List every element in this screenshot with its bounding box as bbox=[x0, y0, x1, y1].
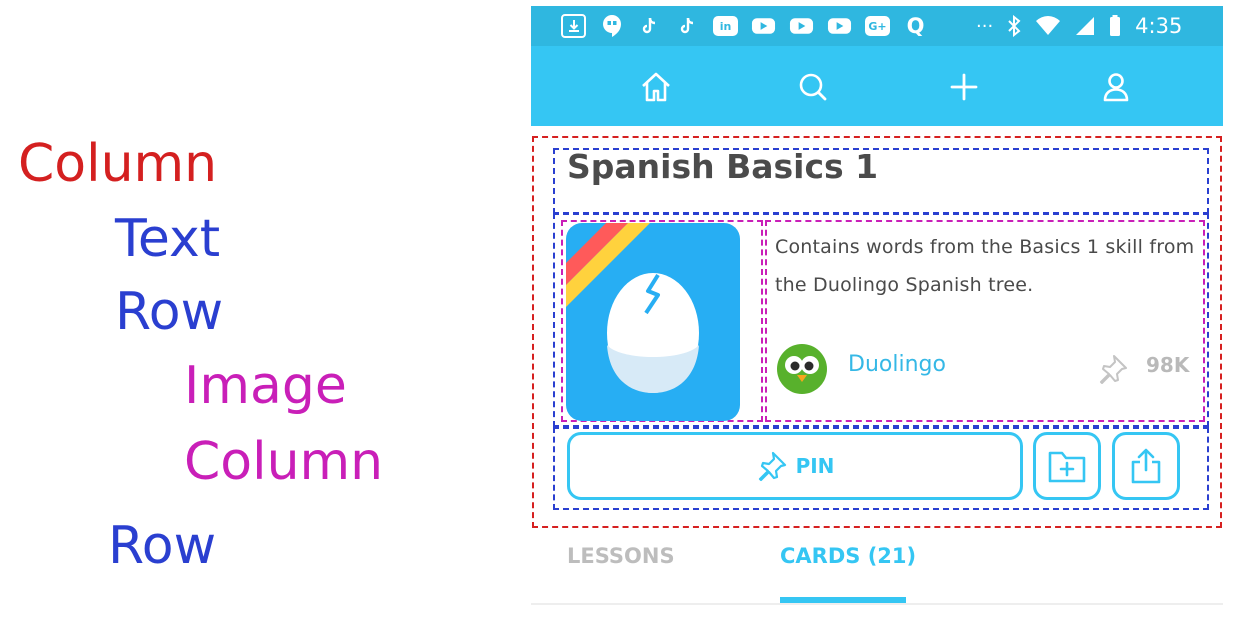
pin-count: 98K bbox=[1146, 353, 1190, 377]
legend-column-label: Column bbox=[18, 134, 218, 194]
status-bar: in G+ Q ··· 4:35 bbox=[531, 6, 1223, 46]
pin-button[interactable]: PIN bbox=[567, 432, 1023, 500]
system-status: ··· 4:35 bbox=[976, 14, 1182, 38]
home-icon[interactable] bbox=[639, 70, 673, 104]
tab-lessons[interactable]: LESSONS bbox=[567, 544, 675, 568]
share-button[interactable] bbox=[1112, 432, 1180, 500]
google-plus-icon: G+ bbox=[865, 16, 890, 36]
youtube-icon bbox=[751, 14, 776, 38]
linkedin-text: in bbox=[719, 19, 732, 33]
deck-title: Spanish Basics 1 bbox=[567, 147, 879, 186]
add-to-folder-button[interactable] bbox=[1033, 432, 1101, 500]
folder-add-icon bbox=[1048, 451, 1086, 483]
tiktok-icon bbox=[675, 14, 700, 38]
phone-screen: in G+ Q ··· 4:35 Spanish Basics 1 Contai… bbox=[531, 6, 1223, 617]
legend-image-label: Image bbox=[184, 356, 347, 416]
duolingo-avatar[interactable] bbox=[776, 343, 828, 395]
legend-bottom-row-label: Row bbox=[108, 516, 217, 576]
wifi-icon bbox=[1036, 16, 1061, 35]
top-navigation-bar bbox=[531, 46, 1223, 126]
tab-divider bbox=[531, 603, 1223, 605]
download-icon bbox=[561, 14, 586, 38]
google-plus-text: G+ bbox=[868, 19, 887, 33]
signal-icon bbox=[1076, 17, 1095, 35]
share-icon bbox=[1131, 448, 1161, 484]
search-icon[interactable] bbox=[796, 70, 830, 104]
legend-row-label: Row bbox=[115, 282, 224, 342]
egg-icon bbox=[566, 223, 699, 393]
more-icon: ··· bbox=[976, 15, 994, 37]
tiktok-icon bbox=[637, 14, 662, 38]
legend-text-label: Text bbox=[115, 209, 221, 269]
quora-icon: Q bbox=[903, 14, 928, 38]
pin-icon bbox=[758, 451, 786, 482]
deck-thumbnail bbox=[566, 223, 740, 421]
layout-legend: Column Text Row Image Column Row bbox=[0, 0, 520, 617]
youtube-icon bbox=[789, 14, 814, 38]
author-name[interactable]: Duolingo bbox=[848, 352, 946, 377]
tab-cards[interactable]: CARDS (21) bbox=[780, 544, 916, 568]
notification-icons: in G+ Q bbox=[561, 14, 928, 38]
profile-icon[interactable] bbox=[1099, 70, 1133, 104]
legend-inner-column-label: Column bbox=[184, 432, 384, 492]
bluetooth-icon bbox=[1008, 15, 1021, 37]
quora-text: Q bbox=[906, 13, 925, 38]
linkedin-icon: in bbox=[713, 16, 738, 36]
deck-description: Contains words from the Basics 1 skill f… bbox=[775, 236, 1195, 296]
youtube-icon bbox=[827, 14, 852, 38]
hangouts-icon bbox=[599, 14, 624, 38]
pin-button-label: PIN bbox=[795, 454, 835, 478]
battery-icon bbox=[1110, 15, 1121, 36]
pin-icon bbox=[1100, 355, 1127, 384]
add-icon[interactable] bbox=[947, 70, 981, 104]
status-time: 4:35 bbox=[1135, 14, 1183, 38]
